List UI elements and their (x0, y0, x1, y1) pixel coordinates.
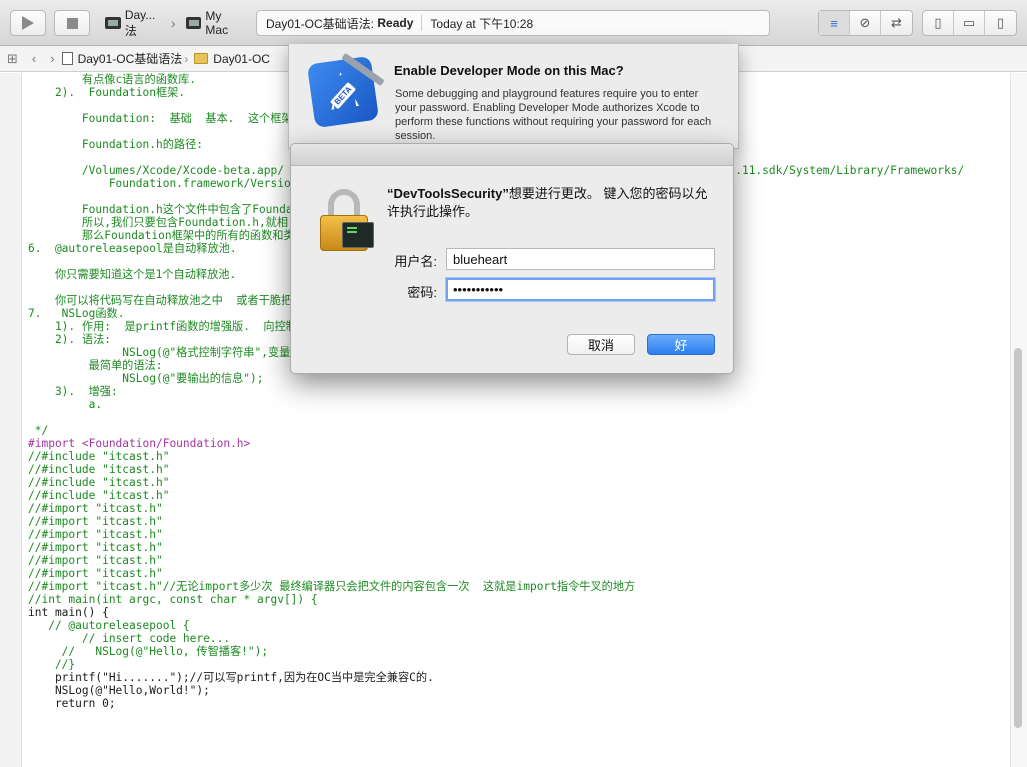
chevron-right-icon: › (184, 51, 189, 66)
mac-icon (185, 17, 202, 29)
sheet-body: Some debugging and playground features r… (395, 88, 712, 142)
assistant-editor-icon[interactable]: ⊘ (850, 11, 881, 35)
code-line[interactable]: int main() { (28, 606, 1008, 619)
code-line[interactable]: //int main(int argc, const char * argv[]… (28, 593, 1008, 606)
code-line[interactable]: //} (28, 658, 1008, 671)
authentication-dialog: “DevToolsSecurity”想要进行更改。 键入您的密码以允许执行此操作… (290, 143, 734, 374)
code-line[interactable]: a. (28, 398, 1008, 411)
editor-mode-segment[interactable]: ≡ ⊘ ⇄ (818, 10, 913, 36)
forward-arrow-icon[interactable]: › (50, 51, 54, 66)
code-line[interactable]: // insert code here... (28, 632, 1008, 645)
jumpbar-folder[interactable]: Day01-OC (213, 52, 270, 66)
editor-scrollbar-thumb[interactable] (1014, 348, 1022, 728)
destination-name: My Mac (205, 9, 229, 37)
code-line[interactable]: 3). 增强: (28, 385, 1008, 398)
dialog-titlebar (291, 144, 733, 166)
code-line[interactable]: //#import "itcast.h" (28, 515, 1008, 528)
editor-gutter (0, 73, 22, 767)
project-file-icon (61, 52, 73, 65)
status-time: Today at 下午10:28 (430, 16, 534, 31)
standard-editor-icon[interactable]: ≡ (819, 11, 850, 35)
version-editor-icon[interactable]: ⇄ (881, 11, 912, 35)
code-line[interactable]: //#include "itcast.h" (28, 463, 1008, 476)
code-line[interactable]: //#include "itcast.h" (28, 450, 1008, 463)
lock-icon (320, 189, 376, 253)
code-line[interactable]: #import <Foundation/Foundation.h> (28, 437, 1008, 450)
code-line[interactable]: //#import "itcast.h" (28, 567, 1008, 580)
code-line[interactable]: printf("Hi.......");//可以写printf,因为在OC当中是… (28, 671, 1008, 684)
back-arrow-icon[interactable]: ‹ (32, 51, 36, 66)
status-project: Day01-OC基础语法: (266, 16, 375, 31)
code-line[interactable]: //#import "itcast.h" (28, 541, 1008, 554)
play-icon (22, 16, 34, 30)
code-line[interactable]: //#import "itcast.h"//无论import多少次 最终编译器只… (28, 580, 1008, 593)
auth-message: “DevToolsSecurity”想要进行更改。 键入您的密码以允许执行此操作… (387, 185, 717, 221)
code-line[interactable]: //#include "itcast.h" (28, 489, 1008, 502)
scheme-name: Day...法 (124, 7, 156, 38)
scheme-selector[interactable]: Day...法 › My Mac (99, 7, 247, 38)
code-line[interactable]: //#import "itcast.h" (28, 528, 1008, 541)
code-line[interactable]: NSLog(@"Hello,World!"); (28, 684, 1008, 697)
code-line[interactable]: */ (28, 424, 1008, 437)
code-line[interactable] (28, 411, 1008, 424)
password-field[interactable]: ••••••••••• (446, 278, 715, 301)
utilities-toggle-icon[interactable]: ▯ (985, 11, 1016, 35)
view-toggle-segment[interactable]: ▯ ▭ ▯ (922, 10, 1017, 36)
xcode-beta-icon: BETA (306, 55, 380, 129)
ok-button[interactable]: 好 (647, 334, 715, 355)
code-line[interactable]: // NSLog(@"Hello, 传智播客!"); (28, 645, 1008, 658)
related-items-icon[interactable]: ⊞ (7, 51, 18, 67)
navigator-toggle-icon[interactable]: ▯ (923, 11, 954, 35)
xcode-toolbar: Day...法 › My Mac Day01-OC基础语法: Ready Tod… (0, 0, 1027, 46)
activity-status-bar: Day01-OC基础语法: Ready Today at 下午10:28 (256, 10, 770, 36)
status-state: Ready (377, 16, 414, 30)
username-label: 用户名: (394, 254, 437, 269)
code-line[interactable]: //#import "itcast.h" (28, 502, 1008, 515)
terminal-app-icon (105, 17, 121, 29)
folder-icon (194, 53, 209, 64)
sheet-title: Enable Developer Mode on this Mac? (394, 63, 624, 78)
stop-button[interactable] (54, 10, 90, 36)
auth-app-name: “DevToolsSecurity” (387, 186, 509, 201)
password-label: 密码: (407, 285, 437, 300)
terminal-icon (342, 222, 374, 248)
chevron-right-icon: › (170, 15, 176, 31)
username-field[interactable]: blueheart (446, 248, 715, 270)
cancel-button[interactable]: 取消 (567, 334, 635, 355)
code-line[interactable]: //#include "itcast.h" (28, 476, 1008, 489)
run-button[interactable] (10, 10, 46, 36)
developer-mode-sheet: BETA Enable Developer Mode on this Mac? … (288, 44, 739, 149)
code-line[interactable]: return 0; (28, 697, 1008, 710)
jumpbar-project[interactable]: Day01-OC基础语法 (78, 50, 183, 67)
code-line[interactable]: // @autoreleasepool { (28, 619, 1008, 632)
debug-area-toggle-icon[interactable]: ▭ (954, 11, 985, 35)
code-line[interactable]: //#import "itcast.h" (28, 554, 1008, 567)
stop-icon (66, 17, 78, 29)
